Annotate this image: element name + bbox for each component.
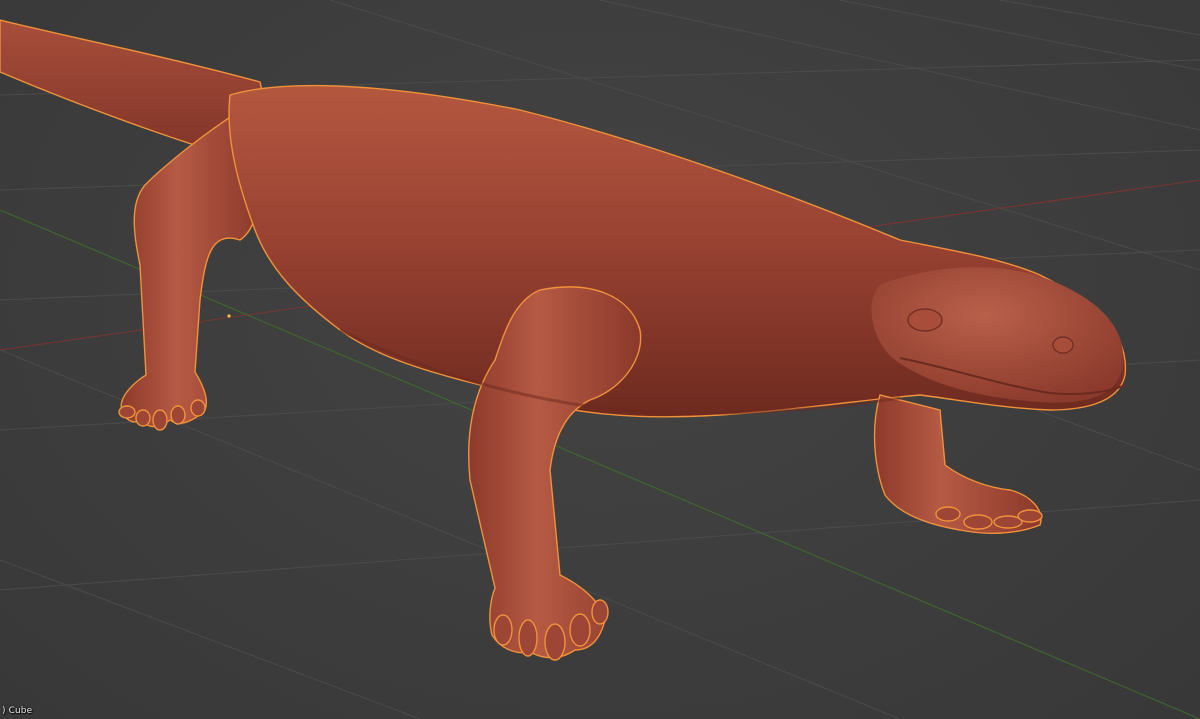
active-object-label: ) Cube: [2, 706, 33, 716]
lizard-model[interactable]: [0, 19, 1127, 661]
3d-cursor[interactable]: [227, 314, 231, 318]
lizard-nostril: [1052, 336, 1074, 354]
viewport-scene[interactable]: [0, 0, 1200, 719]
lizard-eye: [907, 308, 943, 332]
3d-viewport[interactable]: ) Cube: [0, 0, 1200, 719]
